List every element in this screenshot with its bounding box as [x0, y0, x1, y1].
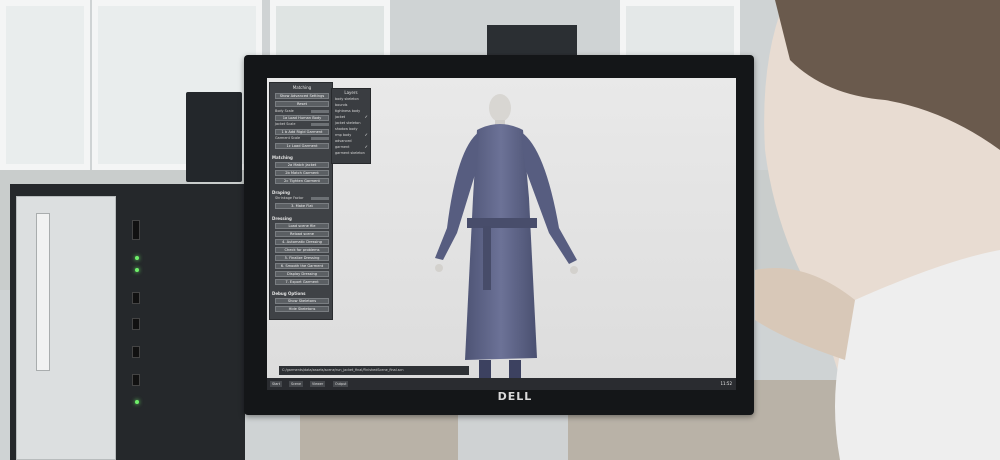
front-port: [132, 220, 140, 240]
reset-button[interactable]: Reset: [275, 101, 329, 107]
layer-label: rmp body: [335, 133, 352, 137]
pc-tower-front-panel: [16, 196, 116, 460]
section-matching: Matching: [272, 155, 293, 160]
slider-label: Garment Scale: [275, 136, 301, 140]
office-window: [0, 0, 90, 170]
photo-scene: DELL Matching Show Advanced Settings Res…: [0, 0, 1000, 460]
taskbar-item[interactable]: Output: [333, 381, 349, 387]
monitor-stand: [458, 415, 568, 460]
power-led: [135, 256, 139, 260]
check-problems-button[interactable]: Check for problems: [275, 247, 329, 253]
layers-title: Layers: [344, 90, 358, 95]
background-monitor: [186, 92, 242, 182]
tighten-garment-button[interactable]: 2c Tighten Garment: [275, 178, 329, 184]
avatar-right-hand: [570, 266, 578, 274]
load-human-body-button[interactable]: 1a Load Human Body: [275, 115, 329, 121]
load-garment-button[interactable]: 1c Load Garment: [275, 143, 329, 149]
hide-skeletons-button[interactable]: Hide Skeletons: [275, 306, 329, 312]
coat-belt: [467, 218, 537, 228]
usb-port: [132, 374, 140, 386]
person-viewing-monitor: [755, 0, 1000, 460]
avatar-left-hand: [435, 264, 443, 272]
taskbar-item[interactable]: Viewer: [310, 381, 326, 387]
reload-scene-button[interactable]: Reload scene: [275, 231, 329, 237]
file-path-status: C:/garments/data/assets/scene/run_jacket…: [279, 366, 469, 375]
body-scale-slider[interactable]: Body Scale: [275, 109, 329, 114]
slider-label: Shrinkage Factor: [275, 196, 304, 200]
export-garment-button[interactable]: 7. Export Garment: [275, 279, 329, 285]
make-flat-button[interactable]: 3. Make Flat: [275, 203, 329, 209]
slider-label: Body Scale: [275, 109, 294, 113]
layers-panel: Layers body skeleton bounds tightness bo…: [331, 88, 371, 164]
section-draping: Draping: [272, 190, 290, 195]
slider-track[interactable]: [311, 110, 329, 113]
power-led: [135, 268, 139, 272]
match-jacket-button[interactable]: 2a Match Jacket: [275, 162, 329, 168]
automatic-dressing-button[interactable]: 4. Automatic Dressing: [275, 239, 329, 245]
usb-port: [132, 318, 140, 330]
layer-label: bounds: [335, 103, 348, 107]
layer-label: garment: [335, 145, 350, 149]
show-advanced-settings-button[interactable]: Show Advanced Settings: [275, 93, 329, 99]
layer-label: body skeleton: [335, 97, 359, 101]
taskbar-item[interactable]: Start: [270, 381, 283, 387]
control-panel: Matching Show Advanced Settings Reset Bo…: [269, 82, 333, 320]
finalize-dressing-button[interactable]: 5. Finalize Dressing: [275, 255, 329, 261]
tray-clock: 11:52: [720, 381, 732, 386]
slider-label: Jacket Scale: [275, 122, 296, 126]
layer-label: tightness body: [335, 109, 361, 113]
shrinkage-factor-slider[interactable]: Shrinkage Factor: [275, 196, 329, 201]
usb-port: [132, 292, 140, 304]
os-taskbar: Start Scene Viewer Output 11:52: [267, 378, 736, 390]
layer-label: advanced: [335, 139, 352, 143]
garment-scale-slider[interactable]: Garment Scale: [275, 136, 329, 141]
layer-label: garment skeleton: [335, 151, 365, 155]
panel-title: Matching: [292, 85, 312, 90]
add-rigid-garment-button[interactable]: 1 b Add Rigid Garment: [275, 129, 329, 135]
load-scene-button[interactable]: Load scene file: [275, 223, 329, 229]
display-dressing-button[interactable]: Display Dressing: [275, 271, 329, 277]
layer-label: jacket: [335, 115, 346, 119]
show-skeletons-button[interactable]: Show Skeletons: [275, 298, 329, 304]
usb-port: [132, 346, 140, 358]
match-garment-button[interactable]: 2b Match Garment: [275, 170, 329, 176]
layer-label: jacket skeleton: [335, 121, 361, 125]
layer-label: shadow body: [335, 127, 358, 131]
monitor-screen: Matching Show Advanced Settings Reset Bo…: [267, 78, 736, 390]
section-debug-options: Debug Options: [272, 291, 306, 296]
optical-drive-slot: [36, 213, 50, 371]
layer-item[interactable]: garment skeleton: [335, 150, 370, 156]
avatar-with-coat[interactable]: [417, 88, 607, 388]
section-dressing: Dressing: [272, 216, 292, 221]
taskbar-item[interactable]: Scene: [289, 381, 304, 387]
smooth-garment-button[interactable]: 6. Smooth the Garment: [275, 263, 329, 269]
avatar-head: [489, 94, 511, 122]
activity-led: [135, 400, 139, 404]
slider-track[interactable]: [311, 137, 329, 140]
slider-track[interactable]: [311, 123, 329, 126]
belt-tail: [483, 226, 491, 290]
slider-track[interactable]: [311, 197, 329, 200]
jacket-scale-slider[interactable]: Jacket Scale: [275, 122, 329, 127]
monitor-brand-logo: DELL: [497, 390, 533, 403]
